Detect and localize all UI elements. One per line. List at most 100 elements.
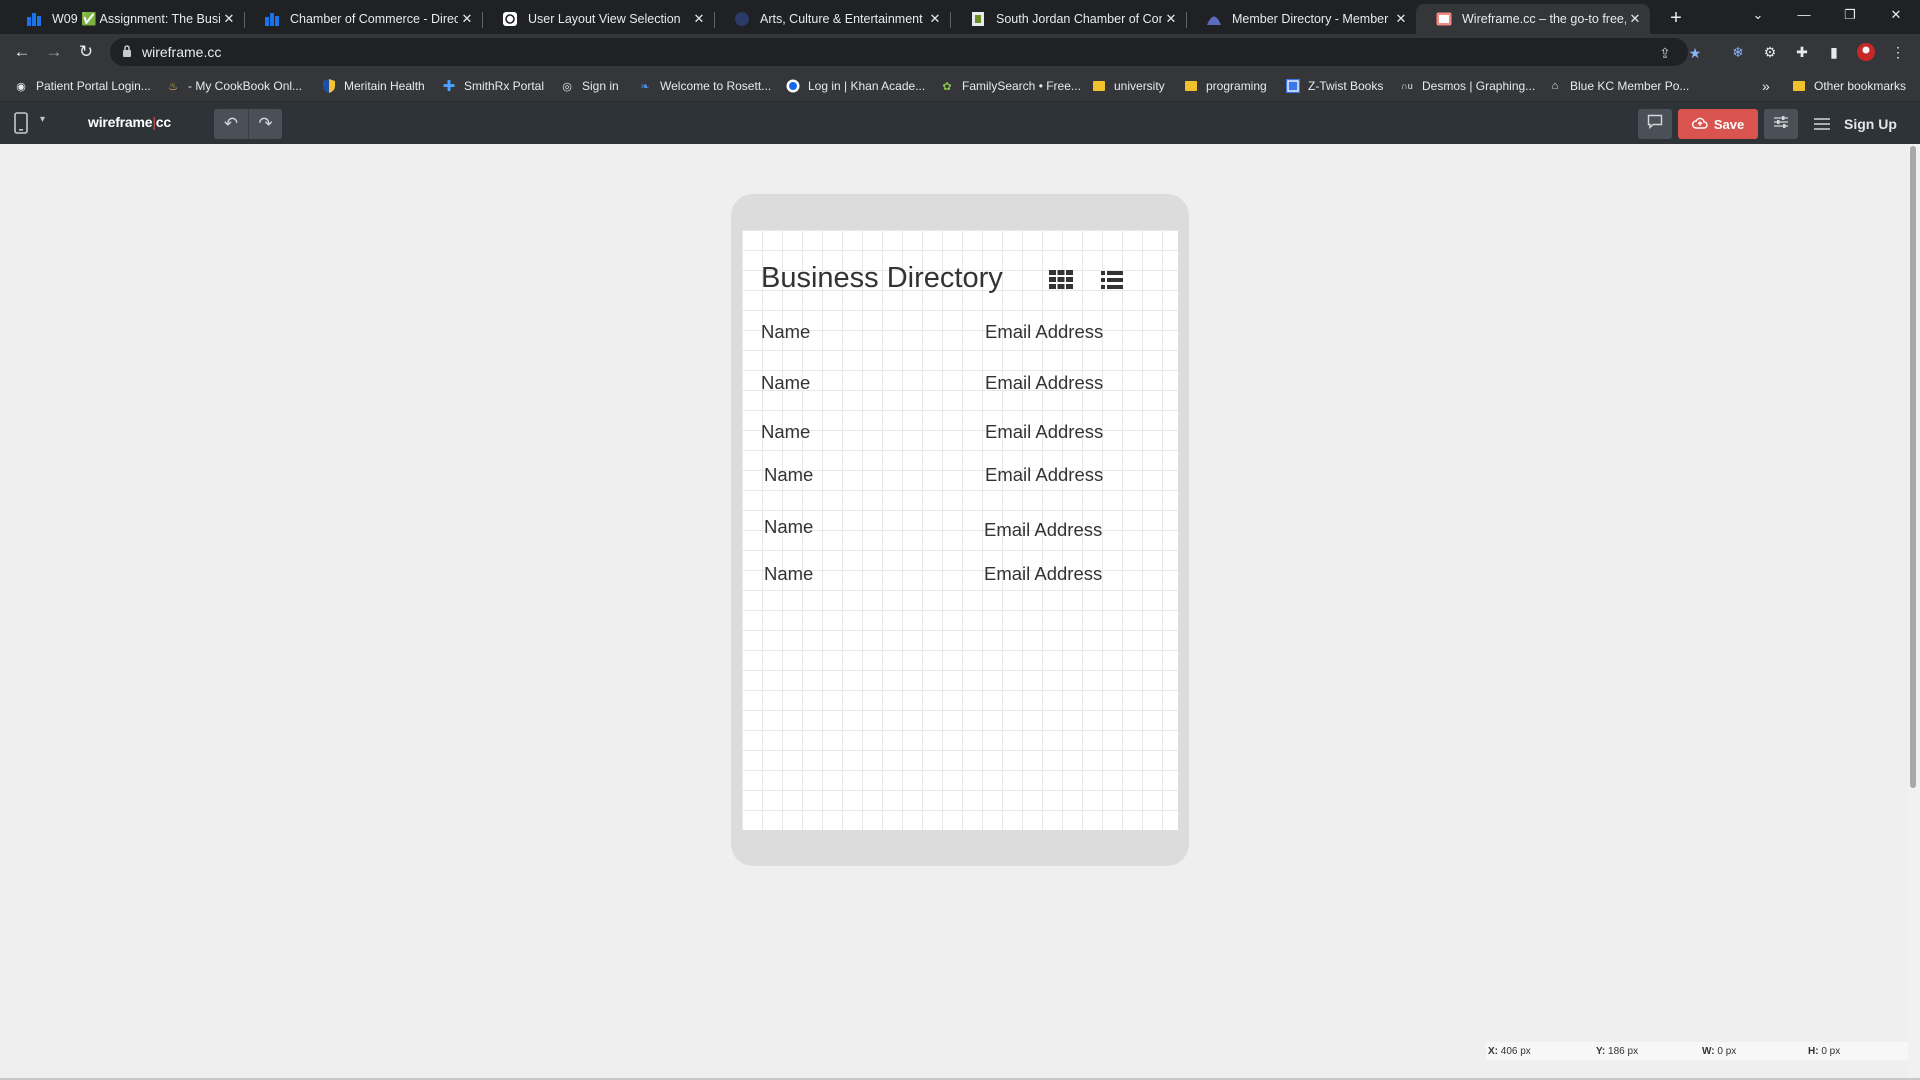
bookmark-label: Meritain Health bbox=[344, 79, 425, 93]
name-label[interactable]: Name bbox=[761, 372, 810, 394]
close-icon[interactable]: ✕ bbox=[690, 11, 708, 27]
y-coordinate: Y: 186 px bbox=[1596, 1046, 1639, 1057]
coordinates-status-bar: X: 406 px Y: 186 px W: 0 px H: 0 px bbox=[1486, 1042, 1908, 1060]
bookmark-label: Sign in bbox=[582, 79, 619, 93]
new-tab-button[interactable]: + bbox=[1662, 6, 1690, 30]
chevron-down-icon[interactable]: ▾ bbox=[40, 114, 45, 125]
list-view-icon[interactable] bbox=[1101, 271, 1123, 294]
undo-button[interactable]: ↶ bbox=[214, 109, 248, 139]
brand-suffix: cc bbox=[155, 114, 171, 130]
browser-tab[interactable]: User Layout View Selection ✕ bbox=[482, 4, 715, 34]
browser-tab[interactable]: Chamber of Commerce - Directory ✕ bbox=[244, 4, 483, 34]
bookmark-folder[interactable]: programing bbox=[1184, 77, 1267, 95]
browser-tab-strip: W09 ✅ Assignment: The Business ✕ Chamber… bbox=[0, 0, 1920, 34]
vertical-scrollbar[interactable] bbox=[1908, 144, 1920, 1078]
extension-icon[interactable]: ❄ bbox=[1728, 42, 1748, 62]
bookmarks-overflow-button[interactable]: » bbox=[1762, 77, 1770, 95]
email-label[interactable]: Email Address bbox=[985, 372, 1103, 394]
other-bookmarks[interactable]: Other bookmarks bbox=[1792, 77, 1906, 95]
bookmark-label: Other bookmarks bbox=[1814, 79, 1907, 93]
bookmark-label: - My CookBook Onl... bbox=[188, 79, 303, 93]
browser-tab-active[interactable]: Wireframe.cc – the go-to free, online ✕ bbox=[1416, 4, 1650, 34]
share-icon[interactable]: ⇪ bbox=[1656, 44, 1674, 62]
minimize-button[interactable]: — bbox=[1784, 4, 1824, 26]
grid-view-icon[interactable] bbox=[1049, 270, 1073, 294]
window-close-button[interactable]: ✕ bbox=[1876, 4, 1916, 26]
browser-tab[interactable]: South Jordan Chamber of Commerce ✕ bbox=[950, 4, 1187, 34]
avatar[interactable] bbox=[1856, 42, 1876, 62]
forward-button[interactable]: → bbox=[42, 40, 66, 64]
member-icon bbox=[1206, 11, 1222, 27]
bookmark-item[interactable]: Log in | Khan Acade... bbox=[786, 77, 925, 95]
scrollbar-thumb[interactable] bbox=[1910, 146, 1916, 788]
name-label[interactable]: Name bbox=[764, 464, 813, 486]
hamburger-menu-icon[interactable] bbox=[1810, 112, 1834, 136]
email-label[interactable]: Email Address bbox=[985, 421, 1103, 443]
close-icon[interactable]: ✕ bbox=[458, 11, 476, 27]
tab-title: South Jordan Chamber of Commerce bbox=[996, 12, 1162, 26]
name-label[interactable]: Name bbox=[764, 516, 813, 538]
page-title[interactable]: Business Directory bbox=[761, 262, 1003, 295]
comment-button[interactable] bbox=[1638, 109, 1672, 139]
address-bar[interactable]: wireframe.cc ⇪ ★ bbox=[110, 38, 1701, 66]
bookmark-label: programing bbox=[1206, 79, 1267, 93]
name-label[interactable]: Name bbox=[761, 321, 810, 343]
openai-icon bbox=[502, 11, 518, 27]
settings-button[interactable] bbox=[1764, 109, 1798, 139]
back-button[interactable]: ← bbox=[10, 40, 34, 64]
redo-button[interactable]: ↷ bbox=[248, 109, 282, 139]
globe-icon bbox=[734, 11, 750, 27]
bookmark-item[interactable]: Meritain Health bbox=[322, 77, 425, 95]
reload-button[interactable]: ↻ bbox=[74, 40, 98, 64]
bookmark-label: SmithRx Portal bbox=[464, 79, 545, 93]
close-icon[interactable]: ✕ bbox=[1162, 11, 1180, 27]
email-label[interactable]: Email Address bbox=[985, 321, 1103, 343]
puzzle-icon[interactable]: ✚ bbox=[1792, 42, 1812, 62]
building-icon bbox=[26, 11, 42, 27]
bookmark-item[interactable]: ∩u Desmos | Graphing... bbox=[1400, 77, 1535, 95]
email-label[interactable]: Email Address bbox=[985, 464, 1103, 486]
cookbook-icon: ♨ bbox=[168, 80, 178, 93]
bookmark-item[interactable]: ◉ Patient Portal Login... bbox=[14, 77, 151, 95]
undo-redo-group: ↶ ↷ bbox=[214, 109, 282, 139]
bookmark-item[interactable]: ❧ Welcome to Rosett... bbox=[638, 77, 771, 95]
name-label[interactable]: Name bbox=[761, 421, 810, 443]
bookmark-item[interactable]: ✿ FamilySearch • Free... bbox=[940, 77, 1081, 95]
close-icon[interactable]: ✕ bbox=[926, 11, 944, 27]
save-button[interactable]: Save bbox=[1678, 109, 1758, 139]
bookmark-folder[interactable]: university bbox=[1092, 77, 1165, 95]
globe-icon: ◎ bbox=[562, 80, 572, 93]
comment-icon bbox=[1647, 114, 1663, 134]
close-icon[interactable]: ✕ bbox=[1392, 11, 1410, 27]
bookmark-item[interactable]: ⌂ Blue KC Member Po... bbox=[1548, 77, 1690, 95]
wireframe-app-bar: ▾ wireframe|cc ↶ ↷ Save Sign Up bbox=[0, 102, 1920, 144]
device-selector-icon[interactable] bbox=[14, 112, 28, 139]
brand-main: wireframe bbox=[88, 114, 153, 130]
close-icon[interactable]: ✕ bbox=[220, 11, 238, 27]
sign-up-link[interactable]: Sign Up bbox=[1844, 116, 1897, 132]
bookmark-item[interactable]: ♨ - My CookBook Onl... bbox=[166, 77, 302, 95]
tab-search-icon[interactable]: ⌄ bbox=[1738, 4, 1778, 26]
kebab-menu-icon[interactable]: ⋮ bbox=[1888, 42, 1908, 62]
gear-icon[interactable]: ⚙ bbox=[1760, 42, 1780, 62]
bookmarks-bar: ◉ Patient Portal Login... ♨ - My CookBook … bbox=[0, 70, 1920, 102]
browser-tab[interactable]: Arts, Culture & Entertainment Club ✕ bbox=[714, 4, 951, 34]
restore-button[interactable]: ❐ bbox=[1830, 4, 1870, 26]
bookmark-item[interactable]: Z-Twist Books bbox=[1286, 77, 1383, 95]
browser-tab[interactable]: Member Directory - Member Login ✕ bbox=[1186, 4, 1416, 34]
bookmark-label: university bbox=[1114, 79, 1165, 93]
bookmark-label: Z-Twist Books bbox=[1308, 79, 1384, 93]
bookmark-label: Blue KC Member Po... bbox=[1570, 79, 1690, 93]
side-panel-icon[interactable]: ▮ bbox=[1824, 42, 1844, 62]
name-label[interactable]: Name bbox=[764, 563, 813, 585]
bookmark-item[interactable]: ◎ Sign in bbox=[560, 77, 619, 95]
email-label[interactable]: Email Address bbox=[984, 519, 1102, 541]
portal-icon: ◉ bbox=[16, 80, 26, 93]
bookmark-item[interactable]: ✚ SmithRx Portal bbox=[442, 77, 544, 95]
folder-icon bbox=[1184, 79, 1198, 93]
email-label[interactable]: Email Address bbox=[984, 563, 1102, 585]
app-logo[interactable]: wireframe|cc bbox=[88, 114, 171, 130]
bookmark-star-icon[interactable]: ★ bbox=[1686, 44, 1704, 62]
browser-tab[interactable]: W09 ✅ Assignment: The Business ✕ bbox=[6, 4, 245, 34]
close-icon[interactable]: ✕ bbox=[1626, 11, 1644, 27]
